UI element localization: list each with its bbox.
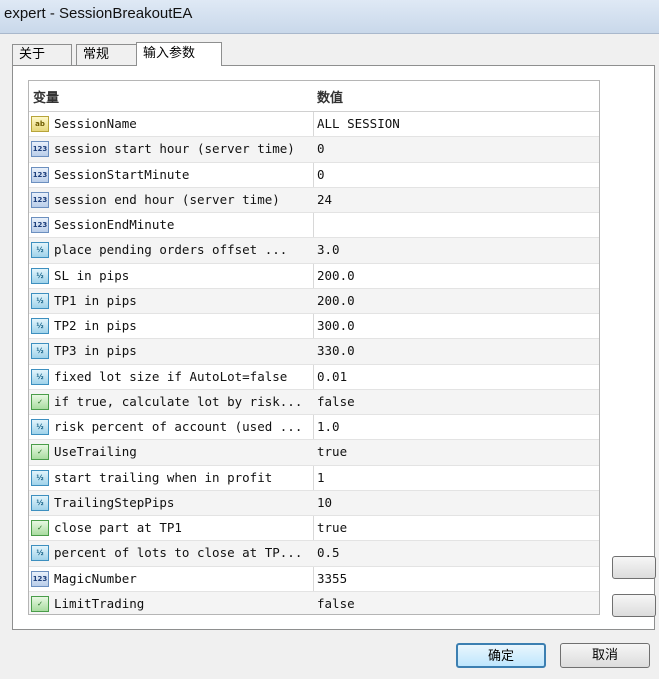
- parameter-name: SessionName: [54, 116, 137, 131]
- parameter-row[interactable]: 123 SessionEndMinute: [29, 213, 599, 239]
- parameter-name: percent of lots to close at TP...: [54, 545, 303, 561]
- integer-type-icon: 123: [31, 141, 49, 158]
- double-type-icon: ½: [31, 318, 49, 334]
- parameter-value[interactable]: 0.5: [317, 545, 597, 560]
- parameter-name: MagicNumber: [54, 570, 137, 586]
- parameter-value[interactable]: 0.01: [317, 369, 597, 384]
- parameter-value[interactable]: false: [317, 596, 597, 611]
- parameter-name: session start hour (server time): [54, 141, 295, 157]
- tab-inputs[interactable]: 输入参数: [136, 42, 222, 66]
- parameter-row[interactable]: ✓ LimitTrading false: [29, 591, 599, 614]
- integer-type-icon: 123: [31, 570, 49, 587]
- parameter-value[interactable]: 1: [317, 470, 597, 485]
- parameter-row[interactable]: ½ percent of lots to close at TP... 0.5: [29, 541, 599, 567]
- parameter-row[interactable]: ½ fixed lot size if AutoLot=false 0.01: [29, 365, 599, 390]
- parameter-name: SessionStartMinute: [54, 166, 190, 182]
- parameter-value[interactable]: 3.0: [317, 242, 597, 257]
- cancel-button[interactable]: 取消: [560, 643, 650, 668]
- parameter-name: risk percent of account (used ...: [54, 419, 303, 434]
- title-bar: expert - SessionBreakoutEA: [0, 0, 659, 34]
- integer-type-icon: 123: [31, 217, 49, 233]
- parameter-row[interactable]: ½ SL in pips 200.0: [29, 264, 599, 289]
- bool-type-icon: ✓: [31, 444, 49, 461]
- parameter-row[interactable]: ½ place pending orders offset ... 3.0: [29, 238, 599, 264]
- save-button[interactable]: [612, 594, 656, 617]
- parameter-value[interactable]: true: [317, 444, 597, 459]
- parameter-name: place pending orders offset ...: [54, 242, 288, 258]
- parameter-value[interactable]: 330.0: [317, 343, 597, 358]
- parameter-value[interactable]: 3355: [317, 571, 597, 586]
- parameter-value[interactable]: 300.0: [317, 318, 597, 333]
- window-title: expert - SessionBreakoutEA: [4, 5, 193, 22]
- parameter-name: start trailing when in profit: [54, 469, 273, 485]
- parameter-name: SessionEndMinute: [54, 217, 175, 232]
- double-type-icon: ½: [31, 242, 49, 259]
- parameter-value[interactable]: 0: [317, 141, 597, 156]
- parameter-value[interactable]: 1.0: [317, 419, 597, 434]
- tab-about[interactable]: 关于: [12, 44, 72, 65]
- parameter-row[interactable]: ½ start trailing when in profit 1: [29, 466, 599, 491]
- string-type-icon: ab: [31, 116, 49, 132]
- parameter-row[interactable]: ✓ if true, calculate lot by risk... false: [29, 389, 599, 415]
- parameter-name: TP2 in pips: [54, 318, 137, 333]
- parameter-row[interactable]: ½ TP2 in pips 300.0: [29, 314, 599, 340]
- value-column-header[interactable]: 数值: [317, 87, 343, 106]
- bool-type-icon: ✓: [31, 520, 49, 536]
- parameter-name: if true, calculate lot by risk...: [54, 393, 303, 409]
- parameter-value[interactable]: 0: [317, 167, 597, 182]
- parameter-row[interactable]: 123 MagicNumber 3355: [29, 567, 599, 592]
- integer-type-icon: 123: [31, 166, 49, 183]
- parameters-grid: 变量 数值 ab SessionName ALL SESSION 123 session…: [28, 80, 600, 615]
- ok-button[interactable]: 确定: [456, 643, 546, 668]
- double-type-icon: ½: [31, 368, 49, 385]
- parameter-row[interactable]: 123 session start hour (server time) 0: [29, 137, 599, 163]
- parameter-value[interactable]: true: [317, 520, 597, 535]
- parameter-name: session end hour (server time): [54, 191, 280, 207]
- parameter-row[interactable]: ½ TP3 in pips 330.0: [29, 339, 599, 365]
- double-type-icon: ½: [31, 469, 49, 486]
- parameter-value[interactable]: 24: [317, 192, 597, 207]
- parameter-name: TrailingStepPips: [54, 494, 175, 510]
- grid-header: 变量 数值: [29, 81, 599, 112]
- parameter-row[interactable]: 123 session end hour (server time) 24: [29, 187, 599, 213]
- parameter-value[interactable]: ALL SESSION: [317, 116, 597, 131]
- parameter-name: TP3 in pips: [54, 343, 137, 359]
- parameter-name: SL in pips: [54, 267, 130, 283]
- variable-column-header[interactable]: 变量: [33, 87, 59, 106]
- parameter-name: close part at TP1: [54, 520, 182, 535]
- double-type-icon: ½: [31, 419, 49, 435]
- parameter-value[interactable]: false: [317, 394, 597, 409]
- parameter-value[interactable]: 10: [317, 495, 597, 510]
- parameter-name: LimitTrading: [54, 595, 145, 611]
- parameter-value[interactable]: 200.0: [317, 268, 597, 283]
- parameter-row[interactable]: ab SessionName ALL SESSION: [29, 112, 599, 138]
- parameter-name: UseTrailing: [54, 444, 137, 460]
- parameter-row[interactable]: ½ TrailingStepPips 10: [29, 490, 599, 516]
- double-type-icon: ½: [31, 267, 49, 284]
- parameter-row[interactable]: ½ risk percent of account (used ... 1.0: [29, 415, 599, 441]
- parameter-name: fixed lot size if AutoLot=false: [54, 368, 288, 384]
- parameter-name: TP1 in pips: [54, 292, 137, 308]
- parameter-row[interactable]: 123 SessionStartMinute 0: [29, 163, 599, 188]
- parameter-row[interactable]: ✓ close part at TP1 true: [29, 516, 599, 542]
- parameter-row[interactable]: ✓ UseTrailing true: [29, 440, 599, 466]
- parameter-row[interactable]: ½ TP1 in pips 200.0: [29, 288, 599, 314]
- double-type-icon: ½: [31, 343, 49, 360]
- double-type-icon: ½: [31, 292, 49, 309]
- load-button[interactable]: [612, 556, 656, 579]
- double-type-icon: ½: [31, 545, 49, 562]
- grid-rows: ab SessionName ALL SESSION 123 session start…: [29, 112, 599, 614]
- integer-type-icon: 123: [31, 191, 49, 208]
- bool-type-icon: ✓: [31, 393, 49, 410]
- double-type-icon: ½: [31, 494, 49, 511]
- parameter-value[interactable]: 200.0: [317, 293, 597, 308]
- bool-type-icon: ✓: [31, 595, 49, 612]
